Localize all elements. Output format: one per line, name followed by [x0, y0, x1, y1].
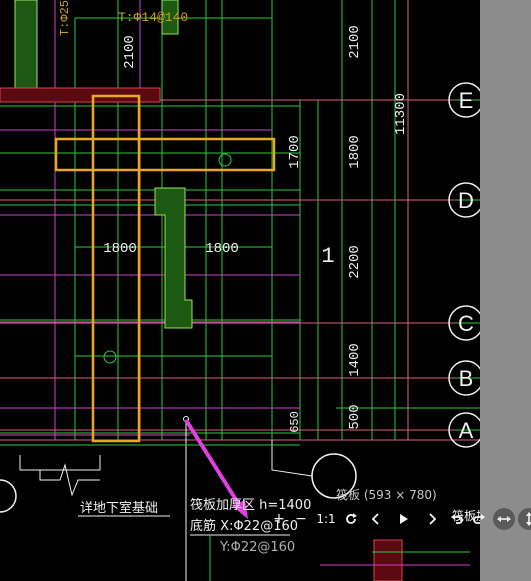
dim-total-11300: 11300: [393, 93, 409, 135]
chevron-right-icon: [429, 513, 437, 525]
magenta-axis-lines: [0, 0, 300, 440]
number-one: 1: [321, 244, 334, 269]
redo-icon: [473, 514, 485, 524]
rotate-icon: [346, 513, 357, 524]
dim-right-2200: 2200: [347, 245, 363, 279]
dim-mid-2: 1800: [205, 241, 239, 257]
axis-label-a: A: [459, 418, 474, 443]
raft-line-3: Y:Φ22@160: [219, 540, 295, 555]
image-viewer-title: 筏板 (593 × 780): [336, 488, 437, 502]
tag-top-left: T:Φ25: [58, 0, 72, 36]
flip-vertical-button[interactable]: [518, 508, 531, 530]
cad-drawing-canvas[interactable]: 2100 2100 1700 1800 2200 1400 500 650 11…: [0, 0, 531, 581]
previous-button[interactable]: [362, 506, 390, 532]
image-viewer-toolbar: + − 1:1: [268, 506, 531, 532]
axis-bubbles: [0, 82, 484, 513]
green-grid-lines: [0, 0, 396, 440]
actual-size-button[interactable]: 1:1: [312, 506, 340, 532]
zoom-out-button[interactable]: −: [290, 506, 312, 532]
play-button[interactable]: [390, 506, 418, 532]
redo-button[interactable]: [468, 506, 490, 532]
rotate-button[interactable]: [340, 506, 362, 532]
dim-mid-1: 1800: [103, 241, 137, 257]
undo-button[interactable]: [446, 506, 468, 532]
flip-vertical-icon: [526, 512, 531, 526]
hatched-wall-regions: [0, 0, 193, 329]
axis-label-e: E: [459, 88, 474, 113]
dim-right-1400: 1400: [347, 343, 363, 377]
dim-right-top: 2100: [347, 25, 363, 59]
tag-top: T:Φ14@140: [118, 10, 188, 25]
chevron-left-icon: [371, 513, 379, 525]
dim-right-1700: 1700: [287, 135, 303, 169]
axis-label-b: B: [459, 366, 474, 391]
bottom-right-detail: [320, 539, 470, 581]
flip-horizontal-icon: [497, 516, 511, 522]
axis-label-d: D: [458, 188, 474, 213]
play-icon: [400, 514, 408, 524]
undo-icon: [451, 514, 463, 524]
dim-right-1800: 1800: [347, 135, 363, 169]
dim-right-650: 650: [288, 411, 302, 433]
side-panel: [480, 0, 531, 581]
dim-top-1: 2100: [122, 35, 138, 69]
zoom-in-button[interactable]: +: [268, 506, 290, 532]
red-axis-lines: [0, 0, 480, 441]
flip-horizontal-button[interactable]: [493, 508, 515, 530]
axis-label-c: C: [458, 311, 474, 336]
note-basement: 详地下室基础: [80, 500, 158, 516]
next-button[interactable]: [418, 506, 446, 532]
dim-right-500: 500: [347, 404, 363, 429]
